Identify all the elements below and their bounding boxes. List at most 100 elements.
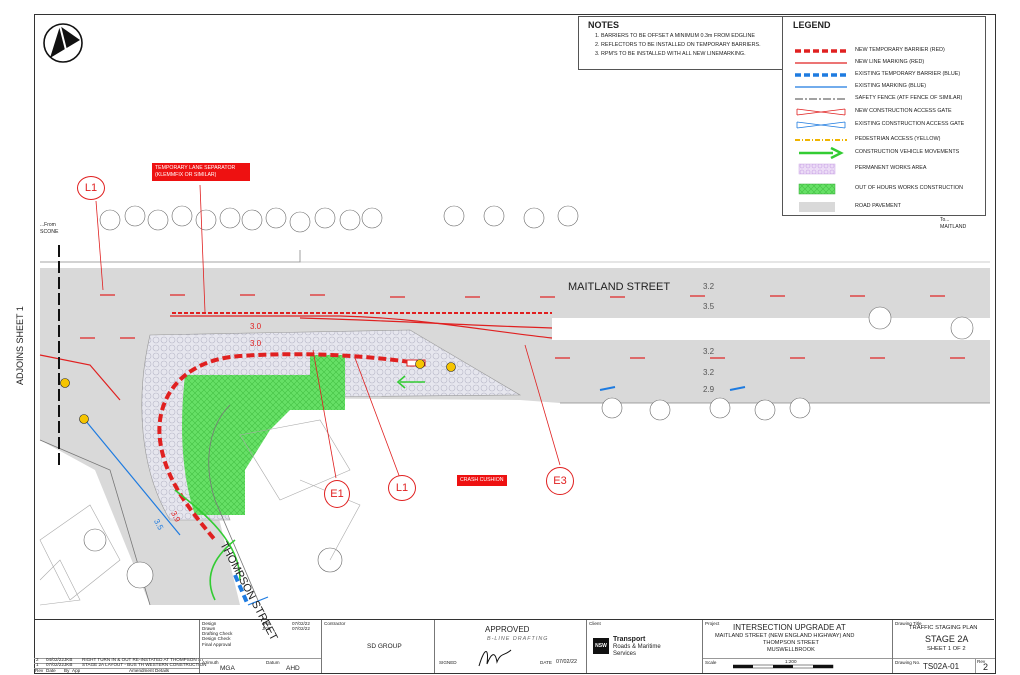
- client-panel: Client NSW Transport Roads & Maritime Se…: [586, 620, 703, 673]
- legend-box: LEGEND NEW TEMPORARY BARRIER (RED) NEW LI…: [782, 16, 986, 216]
- rev-row-rev: 1: [36, 662, 39, 667]
- legend-item: NEW CONSTRUCTION ACCESS GATE: [791, 106, 981, 118]
- legend-label: EXISTING TEMPORARY BARRIER (BLUE): [855, 71, 961, 77]
- legend-item: EXISTING TEMPORARY BARRIER (BLUE): [791, 69, 981, 81]
- out-of-hours-works-area: [182, 355, 345, 515]
- legend-title: LEGEND: [793, 20, 831, 30]
- drawing-no-label: Drawing No.: [895, 660, 921, 665]
- street-label-maitland: MAITLAND STREET: [568, 281, 671, 293]
- design-row-name: JKB: [262, 626, 271, 631]
- rev-row-desc: STAGE 2A LAYOUT - BUS TH WESTERN CONSTRU…: [82, 662, 207, 667]
- project-line: MUSWELLBROOK: [767, 647, 815, 653]
- lane-width: 3.2: [703, 347, 715, 356]
- legend-label: NEW CONSTRUCTION ACCESS GATE: [855, 108, 952, 114]
- legend-label: NEW LINE MARKING (RED): [855, 59, 925, 65]
- legend-item: ROAD PAVEMENT: [791, 201, 981, 213]
- date-label: DATE: [540, 660, 552, 665]
- datum-value: AHD: [286, 665, 300, 672]
- legend-symbol-icon: [795, 86, 847, 88]
- legend-symbol-icon: [796, 121, 846, 129]
- to-place: MAITLAND: [940, 224, 967, 230]
- notes-box: NOTES BARRIERS TO BE OFFSET A MINIMUM 0.…: [578, 16, 783, 70]
- legend-label: ROAD PAVEMENT: [855, 203, 901, 209]
- rev-row-date: 07/02/22: [46, 662, 64, 667]
- lane-width: 3.2: [703, 282, 715, 291]
- client-name: Roads & Maritime: [613, 644, 661, 650]
- project-title: INTERSECTION UPGRADE AT: [733, 623, 846, 632]
- client-name: Transport: [613, 636, 646, 643]
- notes-title: NOTES: [588, 20, 620, 30]
- rev-header: Amendment Details: [129, 668, 170, 673]
- approved-by: B-LINE DRAFTING: [487, 636, 549, 642]
- design-row-label: Final Approval: [202, 642, 232, 647]
- legend-label: PEDESTRIAN ACCESS (YELLOW): [855, 136, 941, 142]
- scale-bar-icon: [733, 664, 834, 669]
- project-panel: Project INTERSECTION UPGRADE AT MAITLAND…: [702, 620, 893, 673]
- callout-e1: E1: [324, 480, 350, 508]
- note-item: REFLECTORS TO BE INSTALLED ON TEMPORARY …: [601, 41, 782, 50]
- rev-header: App: [72, 668, 81, 673]
- project-line: MAITLAND STREET (NEW ENGLAND HIGHWAY) AN…: [715, 633, 855, 639]
- legend-symbol-icon: [795, 62, 847, 64]
- legend-symbol-icon: [795, 98, 847, 100]
- legend-symbol-icon: [799, 202, 835, 212]
- rev-value: 2: [983, 662, 989, 672]
- signature-icon: [478, 649, 512, 667]
- contractor-panel: Contractor SD GROUP: [321, 620, 435, 673]
- lane-width: 3.2: [703, 368, 715, 377]
- legend-item: OUT OF HOURS WORKS CONSTRUCTION: [791, 183, 981, 195]
- client-name: Services: [613, 651, 637, 657]
- legend-label: CONSTRUCTION VEHICLE MOVEMENTS: [855, 149, 960, 155]
- legend-label: EXISTING CONSTRUCTION ACCESS GATE: [855, 121, 965, 127]
- contractor-value: SD GROUP: [367, 643, 402, 650]
- azimuth-label: Azimuth: [202, 660, 219, 665]
- callout-l1: L1: [77, 176, 105, 200]
- nsw-logo: NSW: [593, 638, 609, 654]
- rev-header: By: [64, 668, 70, 673]
- legend-symbol-icon: [796, 108, 846, 116]
- legend-item: PERMANENT WORKS AREA: [791, 163, 981, 175]
- legend-label: OUT OF HOURS WORKS CONSTRUCTION: [855, 185, 964, 191]
- legend-symbol-icon: [795, 49, 847, 53]
- drawing-title: TRAFFIC STAGING PLAN: [909, 625, 978, 631]
- legend-label: PERMANENT WORKS AREA: [855, 165, 927, 171]
- lane-width: 3.0: [250, 339, 262, 348]
- closed-lane-area: [552, 318, 990, 340]
- signed-label: SIGNED: [439, 660, 457, 665]
- legend-item: SAFETY FENCE (ATF FENCE OF SIMILAR): [791, 93, 981, 105]
- contractor-label: Contractor: [324, 621, 346, 626]
- drawing-no-value: TS02A-01: [923, 662, 960, 671]
- from-label: ...From: [40, 222, 56, 228]
- adjoins-label: ADJOINS SHEET 1: [15, 306, 25, 385]
- note-item: RPM'S TO BE INSTALLED WITH ALL NEW LINEM…: [601, 50, 782, 59]
- date-value: 07/02/22: [556, 659, 577, 665]
- lane-width: 3.5: [703, 302, 715, 311]
- rev-header: Date: [46, 668, 56, 673]
- legend-item: NEW TEMPORARY BARRIER (RED): [791, 45, 981, 57]
- approved-label: APPROVED: [485, 625, 530, 634]
- callout-l1: L1: [388, 475, 416, 501]
- legend-item: EXISTING MARKING (BLUE): [791, 81, 981, 93]
- approval-panel: APPROVED B-LINE DRAFTING SIGNED DATE 07/…: [434, 620, 587, 673]
- note-item: BARRIERS TO BE OFFSET A MINIMUM 0.3m FRO…: [601, 32, 782, 41]
- legend-label: SAFETY FENCE (ATF FENCE OF SIMILAR): [855, 95, 963, 101]
- drawing-title: SHEET 1 OF 2: [927, 646, 966, 652]
- legend-label: NEW TEMPORARY BARRIER (RED): [855, 47, 945, 53]
- datum-label: Datum: [266, 660, 280, 665]
- legend-symbol-icon: [795, 73, 847, 77]
- rev-row-by: JKB: [64, 662, 73, 667]
- drawing-title-panel: Drawing Title TRAFFIC STAGING PLAN STAGE…: [892, 620, 995, 673]
- design-row-date: 07/02/22: [292, 626, 310, 631]
- lane-width: 2.9: [703, 385, 715, 394]
- legend-item: CONSTRUCTION VEHICLE MOVEMENTS: [791, 147, 981, 159]
- legend-item: NEW LINE MARKING (RED): [791, 57, 981, 69]
- legend-symbol-icon: [799, 147, 844, 159]
- revision-panel: 2 04/02/22 JKB RIGHT TURN IN & OUT RE-IN…: [34, 620, 206, 673]
- azimuth-value: MGA: [220, 665, 235, 672]
- crash-cushion-label: CRASH CUSHION: [457, 475, 507, 486]
- scale-label: Scale: [705, 660, 717, 665]
- drawing-title: STAGE 2A: [925, 634, 969, 644]
- north-arrow-icon: [43, 23, 83, 63]
- legend-item: PEDESTRIAN ACCESS (YELLOW): [791, 134, 981, 146]
- from-place: SCONE: [40, 229, 59, 235]
